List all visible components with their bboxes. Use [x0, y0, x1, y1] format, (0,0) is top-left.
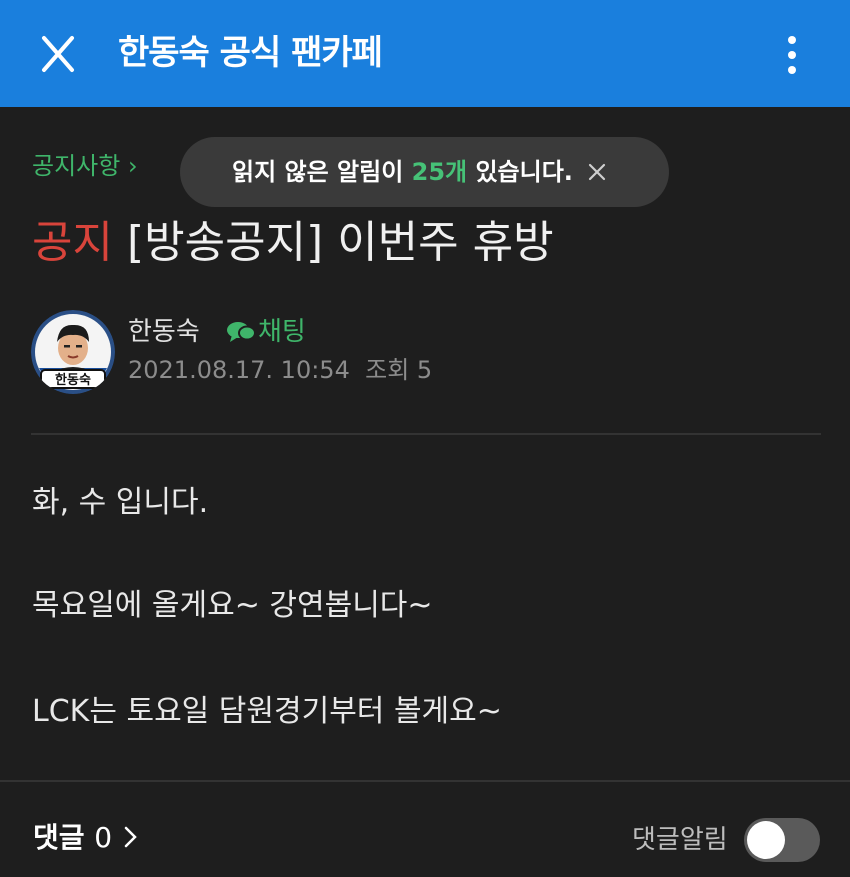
comments-label: 댓글 [33, 821, 85, 854]
more-vertical-icon [788, 36, 796, 74]
view-count: 조회 5 [365, 356, 433, 384]
author-avatar[interactable]: 한동숙 [31, 310, 115, 394]
notice-tag: 공지 [32, 217, 113, 268]
toast-message: 읽지 않은 알림이 25개 있습니다. [232, 137, 573, 207]
comment-notify-toggle[interactable] [744, 818, 820, 862]
post-title: 공지 [방송공지] 이번주 휴방 [32, 212, 554, 274]
post-body-line: 목요일에 올게요~ 강연봅니다~ [32, 588, 433, 623]
toggle-knob [747, 821, 785, 859]
page-title: 한동숙 공식 팬카페 [118, 33, 383, 73]
more-options-button[interactable] [772, 30, 812, 78]
close-button[interactable] [34, 30, 82, 78]
chevron-right-icon [124, 826, 137, 848]
notification-toast[interactable]: 읽지 않은 알림이 25개 있습니다. [180, 137, 669, 207]
author-name[interactable]: 한동숙 [128, 314, 200, 350]
post-meta: 2021.08.17. 10:54 조회 5 [128, 352, 432, 388]
avatar-image: 한동숙 [31, 310, 115, 394]
post-date: 2021.08.17. 10:54 [128, 356, 350, 384]
comment-notify-label: 댓글알림 [632, 825, 728, 855]
avatar-label: 한동숙 [55, 372, 91, 388]
toast-close-button[interactable] [582, 157, 612, 187]
toast-prefix: 읽지 않은 알림이 [232, 158, 412, 186]
toast-suffix: 있습니다. [467, 158, 573, 186]
category-link[interactable]: 공지사항 › [32, 148, 138, 184]
close-icon [42, 36, 74, 72]
comments-button[interactable]: 댓글 0 [33, 816, 140, 860]
post-body-line: 화, 수 입니다. [32, 485, 209, 520]
post-title-text: [방송공지] 이번주 휴방 [126, 217, 554, 268]
header-divider [31, 433, 821, 435]
chat-label: 채팅 [258, 317, 306, 347]
top-app-bar: 한동숙 공식 팬카페 [0, 0, 850, 107]
toast-count: 25개 [411, 158, 468, 186]
close-icon [588, 163, 606, 181]
post-body-line: LCK는 토요일 담원경기부터 볼게요~ [32, 694, 502, 729]
comments-count: 0 [94, 821, 113, 854]
footer-divider [0, 780, 850, 782]
chat-bubble-icon [227, 322, 256, 342]
